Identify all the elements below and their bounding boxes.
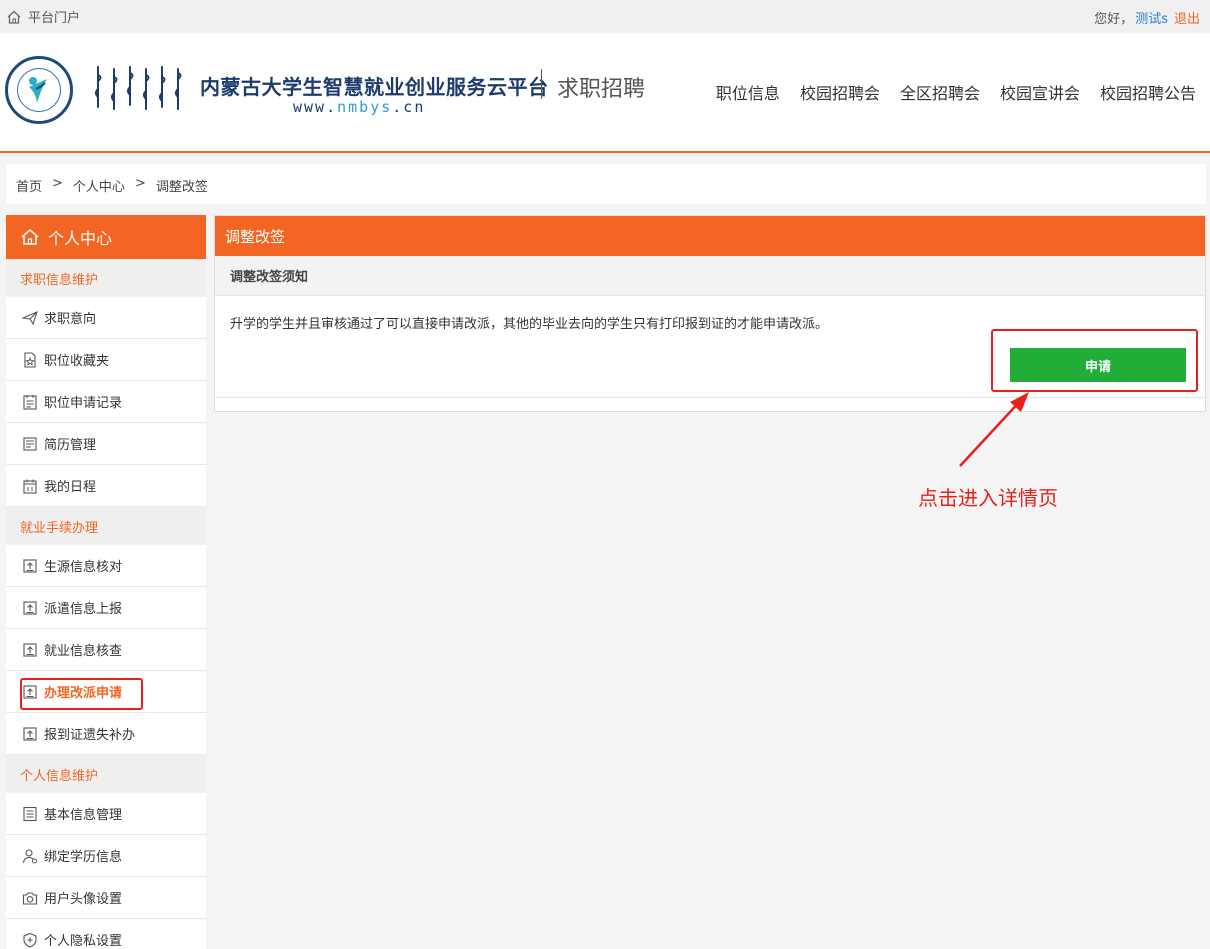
nav-campus-notice[interactable]: 校园招聘公告 [1100,80,1196,104]
favorite-document-icon [24,351,36,368]
sidebar-item-certificate-reissue[interactable]: 报到证遗失补办 [6,713,206,755]
notice-title: 调整改签须知 [215,256,1205,296]
upload-icon [23,642,37,657]
sidebar-item-label: 求职意向 [44,312,97,327]
sidebar: 个人中心 求职信息维护 求职意向 职位收藏夹 职位申请记录 简历管理 我的日程 … [6,215,206,949]
site-url-domain: nmbys [337,98,393,116]
annotation-text: 点击进入详情页 [918,486,1058,510]
platform-portal-label: 平台门户 [28,11,81,26]
sidebar-item-label: 个人隐私设置 [44,934,123,949]
annotation-arrow-icon [959,392,1029,467]
sidebar-header: 个人中心 [6,215,206,259]
breadcrumb-personal-center[interactable]: 个人中心 [73,176,125,195]
sidebar-item-my-schedule[interactable]: 我的日程 [6,465,206,507]
subsite-title: 求职招聘 [557,77,646,102]
nav-campus-talk[interactable]: 校园宣讲会 [1000,80,1080,104]
sidebar-item-label: 用户头像设置 [44,892,123,907]
paper-plane-icon [22,310,38,325]
site-url-suffix: .cn [392,98,426,116]
breadcrumb: 首页 > 个人中心 > 调整改签 [6,164,1206,204]
sidebar-title: 个人中心 [48,229,113,248]
username-link[interactable]: 测试s [1135,12,1168,27]
sidebar-item-label: 就业信息核查 [44,644,123,659]
adjust-reassign-panel: 调整改签 调整改签须知 升学的学生并且审核通过了可以直接申请改派，其他的毕业去向… [214,215,1206,412]
upload-icon [23,558,37,573]
university-logo[interactable] [5,56,73,124]
calendar-icon [23,479,37,494]
sidebar-item-employment-check[interactable]: 就业信息核查 [6,629,206,671]
document-lines-icon [23,806,37,821]
sidebar-item-label: 职位申请记录 [44,396,123,411]
sidebar-item-dispatch-report[interactable]: 派遣信息上报 [6,587,206,629]
breadcrumb-separator: > [134,176,146,191]
panel-title: 调整改签 [215,216,1205,256]
site-url: www.nmbys.cn [293,98,425,116]
clipboard-list-icon [23,394,37,410]
platform-portal-link[interactable]: 平台门户 [6,7,80,26]
title-divider [541,69,542,99]
sidebar-group-job-info[interactable]: 求职信息维护 [6,259,206,297]
site-url-prefix: www. [293,98,338,116]
mongolian-script-logo [95,66,182,110]
nav-job-info[interactable]: 职位信息 [716,80,780,104]
shield-icon [23,932,37,948]
logo-figure-icon [29,77,47,103]
sidebar-item-label: 简历管理 [44,438,97,453]
user-link-icon [22,848,37,863]
sidebar-item-reassignment-application[interactable]: 办理改派申请 [6,671,206,713]
logout-link[interactable]: 退出 [1174,12,1200,27]
breadcrumb-separator: > [52,176,63,191]
sidebar-item-source-check[interactable]: 生源信息核对 [6,545,206,587]
sidebar-item-privacy-settings[interactable]: 个人隐私设置 [6,919,206,949]
sidebar-group-personal-info[interactable]: 个人信息维护 [6,755,206,793]
upload-icon [23,726,37,741]
upload-icon [23,600,37,615]
sidebar-item-label: 生源信息核对 [44,560,123,575]
sidebar-item-job-intention[interactable]: 求职意向 [6,297,206,339]
home-icon [21,229,39,245]
sidebar-item-job-favorites[interactable]: 职位收藏夹 [6,339,206,381]
sidebar-item-label: 基本信息管理 [44,808,123,823]
nav-campus-fair[interactable]: 校园招聘会 [800,80,880,104]
sidebar-item-basic-info[interactable]: 基本信息管理 [6,793,206,835]
main-nav: 职位信息 校园招聘会 全区招聘会 校园宣讲会 校园招聘公告 [716,80,1196,104]
user-area: 您好， 测试s 退出 [1094,8,1200,27]
greeting-text: 您好， [1094,12,1134,27]
apply-button[interactable]: 申请 [1010,348,1186,382]
sidebar-item-label: 派遣信息上报 [44,602,123,617]
home-icon [7,10,21,24]
notice-body: 升学的学生并且审核通过了可以直接申请改派，其他的毕业去向的学生只有打印报到证的才… [215,296,1205,398]
camera-icon [22,891,38,905]
sidebar-item-label: 我的日程 [44,480,97,495]
nav-region-fair[interactable]: 全区招聘会 [900,80,980,104]
top-bar: 平台门户 您好， 测试s 退出 [0,0,1210,33]
sidebar-item-application-records[interactable]: 职位申请记录 [6,381,206,423]
resume-icon [23,436,37,451]
sidebar-item-label: 报到证遗失补办 [44,728,136,743]
sidebar-item-label: 职位收藏夹 [44,354,110,369]
sidebar-group-employment-procedures[interactable]: 就业手续办理 [6,507,206,545]
breadcrumb-current: 调整改签 [155,180,208,195]
site-header: 内蒙古大学生智慧就业创业服务云平台 www.nmbys.cn 求职招聘 职位信息… [0,33,1210,153]
site-title: 内蒙古大学生智慧就业创业服务云平台 [200,75,549,99]
sidebar-item-label: 绑定学历信息 [44,850,123,865]
sidebar-item-avatar-settings[interactable]: 用户头像设置 [6,877,206,919]
sidebar-item-bind-education[interactable]: 绑定学历信息 [6,835,206,877]
highlight-box [20,678,143,710]
sidebar-item-resume-management[interactable]: 简历管理 [6,423,206,465]
breadcrumb-home[interactable]: 首页 [16,176,42,195]
